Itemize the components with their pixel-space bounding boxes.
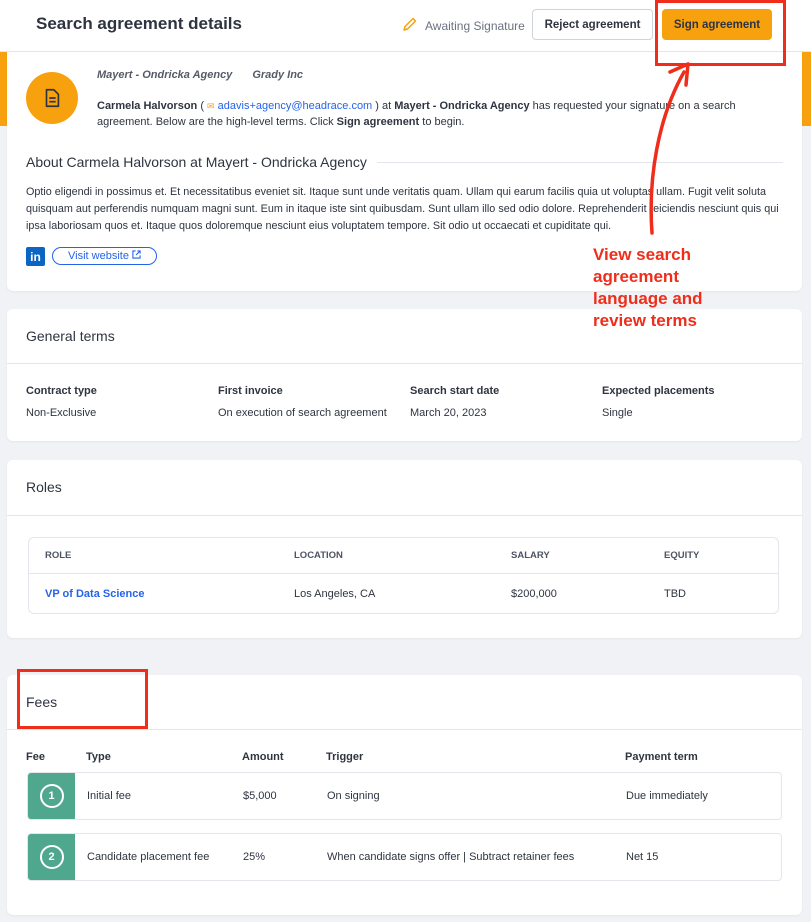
linkedin-icon[interactable]: in (26, 247, 45, 266)
page-title: Search agreement details (36, 14, 242, 33)
row-divider (29, 573, 778, 574)
term-label: Contract type (26, 385, 97, 397)
fee-number: 2 (39, 845, 64, 869)
request-text-at: at (382, 100, 392, 112)
annotation-line: View search (593, 245, 691, 264)
party-names: Mayert - Ondricka Agency Grady Inc (97, 69, 303, 81)
term-label: First invoice (218, 385, 283, 397)
column-header: EQUITY (664, 550, 700, 561)
divider (7, 729, 802, 730)
roles-title: Roles (26, 479, 62, 495)
about-heading-text: About Carmela Halvorson at Mayert - Ondr… (26, 154, 367, 170)
annotation-sign-highlight (655, 0, 786, 66)
request-text-end: to begin. (422, 116, 465, 128)
column-header: ROLE (45, 550, 72, 561)
fee-number-badge: 1 (28, 773, 75, 819)
mail-icon: ✉ (207, 101, 215, 111)
fee-number-badge: 2 (28, 834, 75, 880)
request-sign-emphasis: Sign agreement (336, 116, 420, 128)
fee-trigger: On signing (327, 790, 380, 802)
role-location: Los Angeles, CA (294, 588, 376, 600)
status-text: Awaiting Signature (425, 18, 525, 33)
column-header: Payment term (625, 751, 698, 763)
column-header: Amount (242, 751, 284, 763)
visit-website-button[interactable]: Visit website (52, 247, 157, 265)
requester-name: Carmela Halvorson (97, 100, 198, 112)
column-header: Type (86, 751, 111, 763)
annotation-line: agreement (593, 267, 679, 286)
fee-type: Candidate placement fee (87, 851, 210, 863)
role-link[interactable]: VP of Data Science (45, 588, 144, 600)
role-salary: $200,000 (511, 588, 557, 600)
fee-amount: 25% (243, 851, 266, 863)
divider (7, 363, 802, 364)
column-header: LOCATION (294, 550, 343, 561)
fee-amount: $5,000 (243, 790, 277, 802)
term-value: On execution of search agreement (218, 407, 387, 419)
column-header: Trigger (326, 751, 364, 763)
fee-payment-term: Due immediately (626, 790, 708, 802)
annotation-line: language and (593, 289, 703, 308)
company-name: Grady Inc (252, 69, 304, 81)
fee-payment-term: Net 15 (626, 851, 659, 863)
fee-trigger: When candidate signs offer | Subtract re… (327, 851, 575, 863)
agency-name: Mayert - Ondricka Agency (97, 69, 233, 81)
roles-table: ROLE LOCATION SALARY EQUITY VP of Data S… (28, 537, 779, 614)
term-value: Single (602, 407, 633, 419)
status-indicator: Awaiting Signature (402, 16, 525, 35)
requester-email-link[interactable]: adavis+agency@headrace.com (218, 100, 373, 112)
general-terms-title: General terms (26, 328, 115, 344)
fee-number: 1 (39, 784, 64, 808)
fee-row: 2 Candidate placement fee 25% When candi… (27, 833, 782, 881)
request-agency: Mayert - Ondricka Agency (394, 100, 530, 112)
annotation-fees-highlight (17, 669, 148, 729)
term-label: Expected placements (602, 385, 715, 397)
annotation-line: review terms (593, 311, 697, 330)
heading-divider (376, 161, 783, 163)
divider (7, 515, 802, 516)
fee-type: Initial fee (87, 790, 132, 802)
annotation-arrow-icon (649, 62, 690, 235)
column-header: Fee (26, 751, 45, 763)
document-icon (26, 72, 78, 124)
roles-card: Roles ROLE LOCATION SALARY EQUITY VP of … (7, 460, 802, 638)
term-value: Non-Exclusive (26, 407, 97, 419)
pencil-icon (402, 16, 418, 35)
annotation-text: View search agreement language and revie… (593, 244, 703, 332)
role-equity: TBD (664, 588, 686, 600)
external-link-icon (132, 250, 141, 262)
visit-website-label: Visit website (68, 250, 129, 262)
term-label: Search start date (410, 385, 500, 397)
column-header: SALARY (511, 550, 550, 561)
fee-row: 1 Initial fee $5,000 On signing Due imme… (27, 772, 782, 820)
term-value: March 20, 2023 (410, 407, 487, 419)
reject-agreement-button[interactable]: Reject agreement (532, 9, 653, 40)
